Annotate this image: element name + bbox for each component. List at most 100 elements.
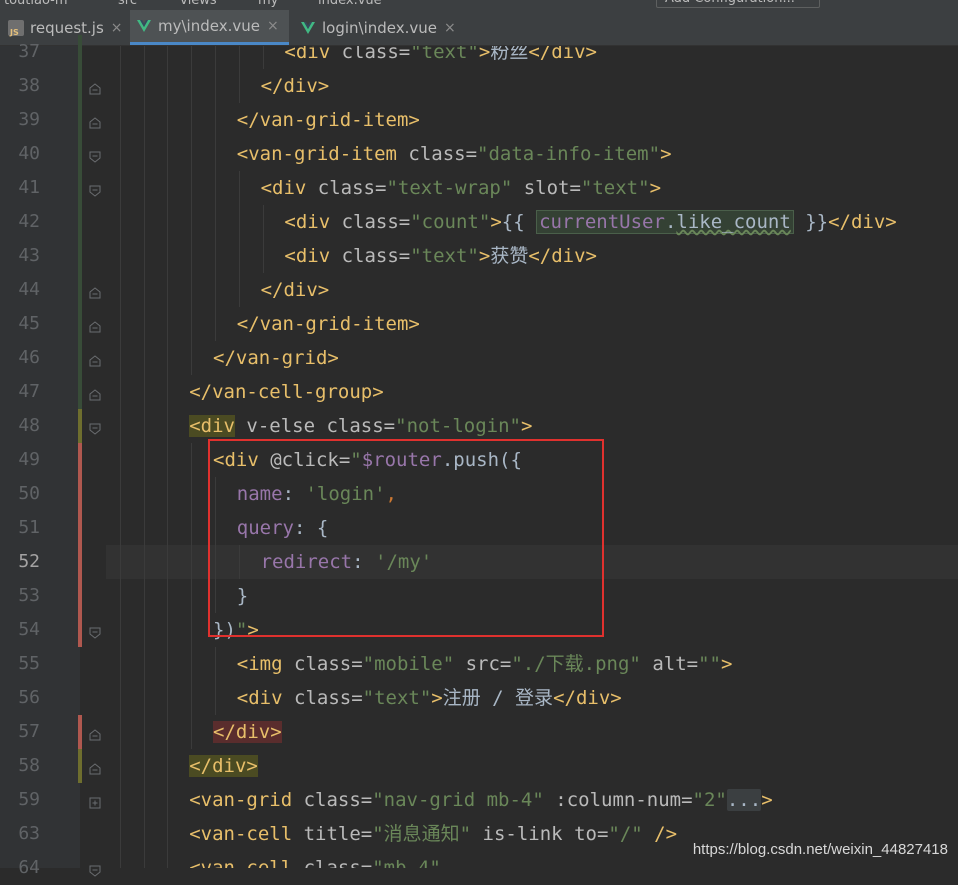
line-number[interactable]: 50: [0, 477, 40, 511]
code-line[interactable]: <div class="text">注册 / 登录</div>: [237, 681, 622, 715]
indent-guide: [119, 851, 121, 868]
fold-collapse-icon[interactable]: [89, 624, 101, 639]
fold-collapse-icon[interactable]: [89, 420, 101, 435]
code-line[interactable]: <div class="text-wrap" slot="text">: [261, 171, 661, 205]
line-number[interactable]: 38: [0, 69, 40, 103]
code-token: >: [649, 177, 662, 199]
line-number[interactable]: 51: [0, 511, 40, 545]
line-number[interactable]: 37: [0, 35, 40, 69]
code-line[interactable]: <img class="mobile" src="./下载.png" alt="…: [237, 647, 733, 681]
matched-tag: </div>: [213, 721, 282, 743]
code-line[interactable]: <van-cell class="mb-4": [189, 851, 441, 868]
fold-collapse-icon[interactable]: [89, 80, 101, 95]
indent-guide: [167, 409, 169, 443]
line-number[interactable]: 46: [0, 341, 40, 375]
indent-guide: [143, 579, 145, 613]
code-line[interactable]: <van-grid class="nav-grid mb-4" :column-…: [189, 783, 773, 817]
code-token: class=: [341, 245, 411, 267]
line-number[interactable]: 56: [0, 681, 40, 715]
code-token: </div>: [828, 211, 897, 233]
line-number[interactable]: 52: [0, 545, 40, 579]
code-line[interactable]: </div>: [261, 273, 330, 307]
line-number[interactable]: 55: [0, 647, 40, 681]
code-line[interactable]: </van-cell-group>: [189, 375, 383, 409]
line-number[interactable]: 40: [0, 137, 40, 171]
breadcrumb-views[interactable]: views: [180, 0, 217, 8]
line-number[interactable]: 57: [0, 715, 40, 749]
fold-collapse-icon[interactable]: [89, 284, 101, 299]
close-icon[interactable]: ×: [111, 20, 123, 36]
code-token: <van-cell: [189, 823, 304, 845]
line-number[interactable]: 43: [0, 239, 40, 273]
indent-guide: [191, 103, 193, 137]
code-line[interactable]: <van-cell title="消息通知" is-link to="/" />: [189, 817, 677, 851]
code-token: >: [431, 687, 443, 709]
code-line[interactable]: <van-grid-item class="data-info-item">: [237, 137, 672, 171]
indent-guide: [119, 46, 121, 69]
fold-markers[interactable]: [82, 46, 106, 877]
add-configuration-button[interactable]: Add Configuration...: [656, 0, 820, 8]
code-token: class=: [408, 143, 478, 165]
close-icon[interactable]: ×: [267, 18, 279, 34]
indent-guide: [119, 681, 121, 715]
indent-guide: [191, 137, 193, 171]
code-line[interactable]: <div class="count">{{ currentUser.like_c…: [284, 205, 897, 239]
code-line[interactable]: </div>: [189, 749, 258, 783]
tab-login-index-vue[interactable]: login\index.vue ×: [294, 10, 464, 45]
indent-guide: [119, 171, 121, 205]
fold-collapse-icon[interactable]: [89, 114, 101, 129]
line-number[interactable]: 64: [0, 851, 40, 885]
line-number[interactable]: 42: [0, 205, 40, 239]
code-token: class=: [294, 653, 363, 675]
code-line[interactable]: </van-grid>: [213, 341, 339, 375]
line-number[interactable]: 49: [0, 443, 40, 477]
breadcrumb-file[interactable]: index.vue: [318, 0, 382, 8]
line-number[interactable]: 53: [0, 579, 40, 613]
fold-collapse-icon[interactable]: [89, 318, 101, 333]
fold-collapse-icon[interactable]: [89, 352, 101, 367]
code-line[interactable]: <div v-else class="not-login">: [189, 409, 532, 443]
indent-guide: [191, 613, 193, 647]
code-token: </van-grid-item>: [236, 313, 420, 335]
breadcrumb-src[interactable]: src: [118, 0, 137, 8]
fold-expand-icon[interactable]: [89, 794, 101, 809]
line-number[interactable]: 47: [0, 375, 40, 409]
line-number[interactable]: 41: [0, 171, 40, 205]
indent-guide: [143, 239, 145, 273]
fold-collapse-icon[interactable]: [89, 386, 101, 401]
code-line[interactable]: <div class="text">粉丝</div>: [284, 46, 597, 69]
line-number[interactable]: 45: [0, 307, 40, 341]
indent-guide: [191, 273, 193, 307]
indent-guide: [167, 443, 169, 477]
fold-collapse-icon[interactable]: [89, 760, 101, 775]
fold-collapse-icon[interactable]: [89, 182, 101, 197]
fold-collapse-icon[interactable]: [89, 862, 101, 877]
line-number-gutter[interactable]: 37 38 39 40 41 42 43 44 45 46 47 48 49 50 51 52 53 54 55 56…: [0, 41, 80, 878]
line-number[interactable]: 44: [0, 273, 40, 307]
indent-guide: [143, 749, 145, 783]
line-number[interactable]: 54: [0, 613, 40, 647]
code-line[interactable]: </van-grid-item>: [237, 103, 420, 137]
code-line[interactable]: <div class="text">获赞</div>: [284, 239, 597, 273]
line-number[interactable]: 39: [0, 103, 40, 137]
close-icon[interactable]: ×: [444, 20, 456, 36]
indent-guide: [167, 205, 169, 239]
line-number[interactable]: 59: [0, 783, 40, 817]
breadcrumb-project[interactable]: toutiao-m: [4, 0, 68, 8]
tab-my-index-vue[interactable]: my\index.vue ×: [130, 10, 289, 45]
line-number[interactable]: 58: [0, 749, 40, 783]
line-number[interactable]: 63: [0, 817, 40, 851]
fold-collapse-icon[interactable]: [89, 726, 101, 741]
code-line[interactable]: </van-grid-item>: [237, 307, 420, 341]
indent-guide: [119, 647, 121, 681]
indent-guide: [167, 69, 169, 103]
indent-guide: [167, 46, 169, 69]
breadcrumb-my[interactable]: my: [258, 0, 278, 8]
indent-guide: [119, 443, 121, 477]
line-number[interactable]: 48: [0, 409, 40, 443]
indent-guide: [167, 783, 169, 817]
fold-collapse-icon[interactable]: [89, 148, 101, 163]
code-line[interactable]: </div>: [261, 69, 330, 103]
code-token: <div: [284, 46, 342, 63]
code-line[interactable]: </div>: [213, 715, 282, 749]
